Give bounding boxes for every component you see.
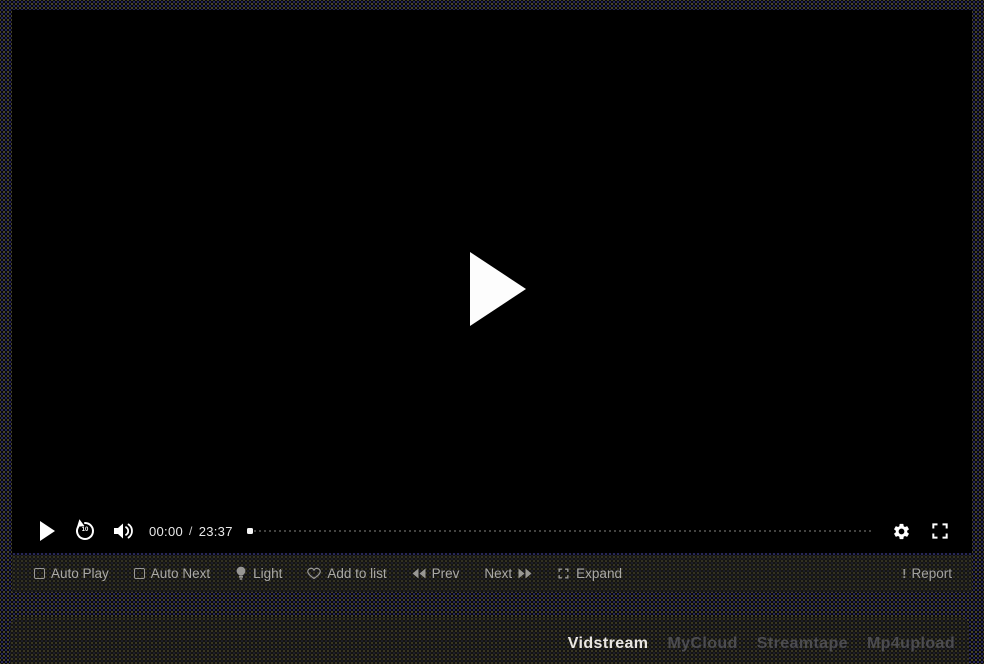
double-left-arrow-icon <box>412 568 426 579</box>
volume-icon <box>112 521 134 541</box>
auto-play-toggle[interactable]: Auto Play <box>34 566 109 581</box>
expand-icon <box>557 567 570 580</box>
add-to-list-button[interactable]: Add to list <box>307 566 386 581</box>
current-time: 00:00 <box>149 524 183 539</box>
duration: 23:37 <box>199 524 233 539</box>
play-button[interactable] <box>40 521 55 541</box>
server-tab-mp4upload[interactable]: Mp4upload <box>867 635 955 653</box>
big-play-icon[interactable] <box>470 252 526 326</box>
fullscreen-button[interactable] <box>930 521 950 541</box>
page: { "player": { "time_current": "00:00", "… <box>0 0 984 664</box>
rewind-10-button[interactable]: 10 <box>74 519 96 543</box>
fullscreen-icon <box>930 521 950 541</box>
exclamation-icon: ! <box>902 566 906 581</box>
checkbox-icon[interactable] <box>34 568 45 579</box>
heart-icon <box>307 567 321 580</box>
play-icon <box>40 521 55 541</box>
player-control-bar: 10 00:00 / 23:37 <box>12 509 972 553</box>
prev-episode-label: Prev <box>432 566 460 581</box>
seek-handle[interactable] <box>247 528 253 534</box>
server-tab-streamtape[interactable]: Streamtape <box>757 635 848 653</box>
settings-button[interactable] <box>892 522 911 541</box>
double-right-arrow-icon <box>518 568 532 579</box>
expand-label: Expand <box>576 566 622 581</box>
report-label: Report <box>911 566 952 581</box>
servers-panel: Vidstream MyCloud Streamtape Mp4upload <box>10 617 969 664</box>
gear-icon <box>892 522 911 541</box>
mute-button[interactable] <box>112 521 134 541</box>
seek-bar[interactable] <box>247 524 874 538</box>
time-display: 00:00 / 23:37 <box>149 524 233 539</box>
player-toolbar: Auto Play Auto Next Light Add to list <box>12 555 972 592</box>
video-click-area[interactable] <box>12 10 972 553</box>
video-player[interactable]: 10 00:00 / 23:37 <box>12 10 972 553</box>
auto-next-toggle[interactable]: Auto Next <box>134 566 210 581</box>
auto-next-label: Auto Next <box>151 566 210 581</box>
prev-episode-button[interactable]: Prev <box>412 566 460 581</box>
next-episode-button[interactable]: Next <box>484 566 532 581</box>
expand-button[interactable]: Expand <box>557 566 622 581</box>
lightbulb-icon <box>235 566 247 581</box>
time-separator: / <box>189 524 193 538</box>
checkbox-icon[interactable] <box>134 568 145 579</box>
auto-play-label: Auto Play <box>51 566 109 581</box>
server-tab-vidstream[interactable]: Vidstream <box>568 635 649 653</box>
seek-track[interactable] <box>254 530 874 532</box>
report-button[interactable]: ! Report <box>902 566 952 581</box>
add-to-list-label: Add to list <box>327 566 386 581</box>
server-tab-mycloud[interactable]: MyCloud <box>667 635 737 653</box>
next-episode-label: Next <box>484 566 512 581</box>
light-label: Light <box>253 566 282 581</box>
rewind-seconds-label: 10 <box>74 527 96 533</box>
light-toggle[interactable]: Light <box>235 566 282 581</box>
